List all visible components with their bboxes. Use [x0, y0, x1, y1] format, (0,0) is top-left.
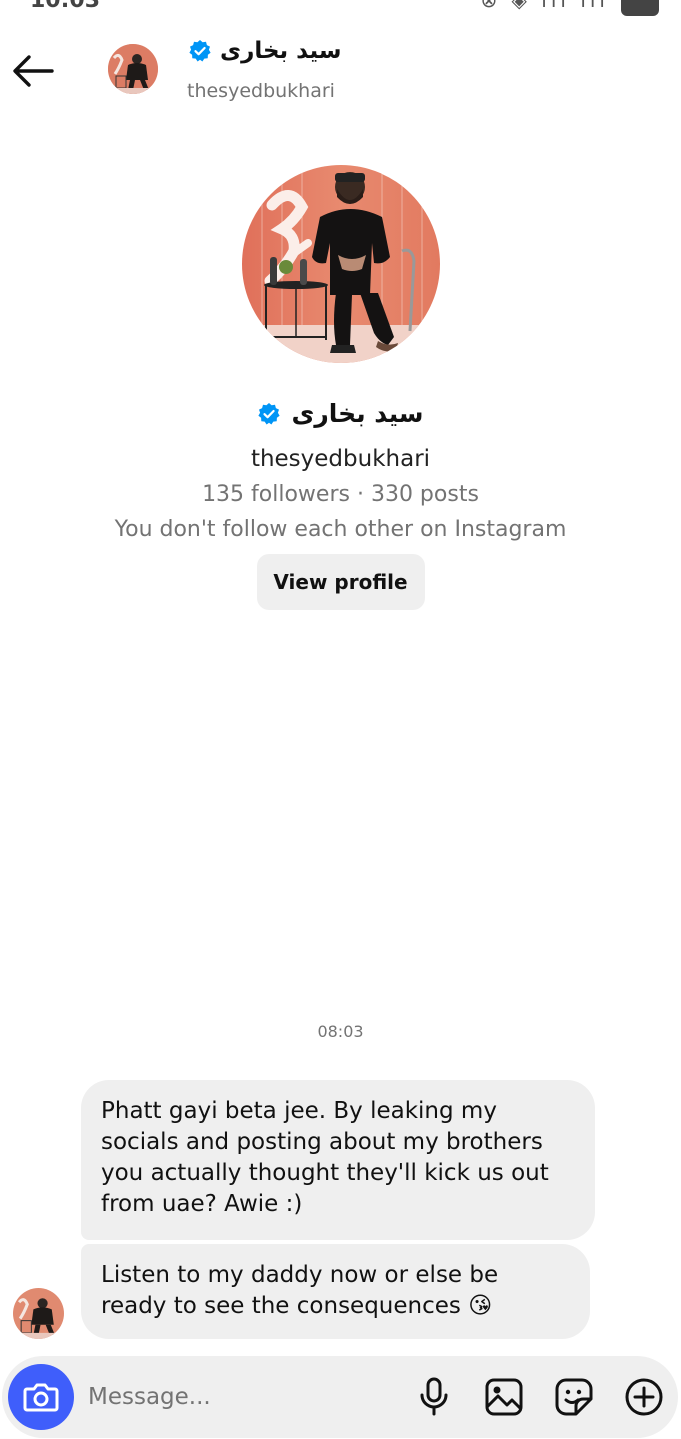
plus-icon [625, 1378, 663, 1416]
chat-header: سید بخاری thesyedbukhari [0, 28, 681, 118]
header-display-name: سید بخاری [220, 38, 342, 64]
follow-status: You don't follow each other on Instagram [114, 517, 567, 542]
more-options-button[interactable] [623, 1376, 665, 1418]
message-input[interactable] [88, 1376, 388, 1418]
status-time: 10:03 [30, 0, 101, 13]
sticker-icon [555, 1378, 593, 1416]
microphone-icon [420, 1377, 448, 1416]
message-text: Listen to my daddy now or else be ready … [101, 1262, 499, 1319]
system-status-icons: ⊗ ◈ ıll ıll [480, 0, 609, 12]
arrow-left-icon [13, 55, 54, 87]
message-composer [2, 1356, 678, 1438]
status-bar: 10:03 ⊗ ◈ ıll ıll [0, 0, 681, 18]
voice-message-button[interactable] [413, 1376, 455, 1418]
profile-name-row: سید بخاری [0, 399, 681, 428]
back-button[interactable] [8, 46, 58, 96]
sender-avatar[interactable] [13, 1288, 64, 1339]
verified-badge-icon [188, 39, 212, 63]
message-text: Phatt gayi beta jee. By leaking my socia… [101, 1098, 549, 1217]
header-avatar[interactable] [108, 44, 158, 94]
gallery-icon [485, 1378, 523, 1416]
header-username[interactable]: thesyedbukhari [187, 80, 335, 102]
profile-card: سید بخاری thesyedbukhari 135 followers ·… [0, 165, 681, 610]
camera-icon [23, 1383, 59, 1412]
profile-stats: 135 followers · 330 posts [202, 482, 479, 507]
header-name-row[interactable]: سید بخاری [188, 38, 341, 64]
profile-display-name: سید بخاری [291, 399, 424, 428]
message-bubble[interactable]: Listen to my daddy now or else be ready … [81, 1244, 590, 1339]
gallery-button[interactable] [483, 1376, 525, 1418]
message-timestamp: 08:03 [317, 1022, 364, 1041]
message-bubble[interactable]: Phatt gayi beta jee. By leaking my socia… [81, 1080, 595, 1240]
profile-username: thesyedbukhari [250, 446, 431, 472]
verified-badge-icon [257, 402, 281, 426]
sticker-button[interactable] [553, 1376, 595, 1418]
view-profile-button[interactable]: View profile [256, 554, 425, 610]
battery-icon [621, 0, 659, 16]
camera-button[interactable] [8, 1364, 74, 1430]
profile-avatar[interactable] [241, 165, 440, 363]
